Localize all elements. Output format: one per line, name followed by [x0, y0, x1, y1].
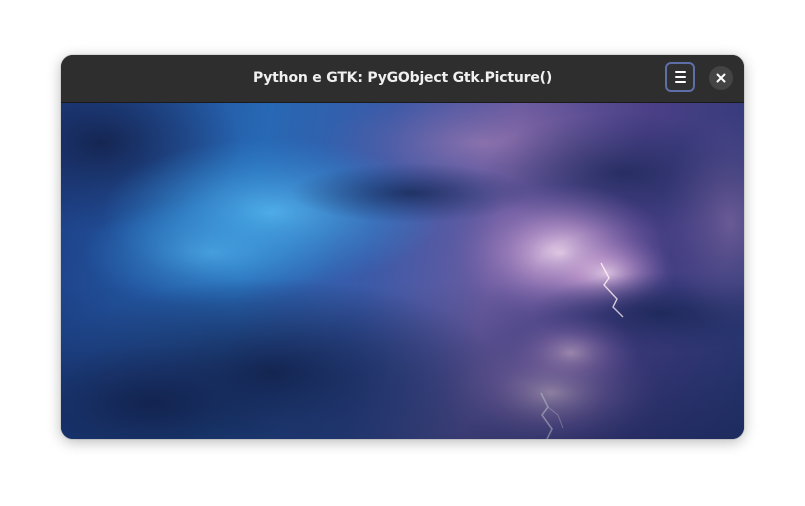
close-icon	[716, 73, 726, 83]
app-window: Python e GTK: PyGObject Gtk.Picture()	[61, 55, 744, 439]
main-menu-button[interactable]	[665, 62, 695, 92]
window-title: Python e GTK: PyGObject Gtk.Picture()	[252, 70, 553, 86]
picture-widget	[61, 103, 744, 439]
header-bar[interactable]: Python e GTK: PyGObject Gtk.Picture()	[61, 55, 744, 103]
storm-clouds-image	[61, 103, 744, 439]
close-button[interactable]	[709, 66, 733, 90]
